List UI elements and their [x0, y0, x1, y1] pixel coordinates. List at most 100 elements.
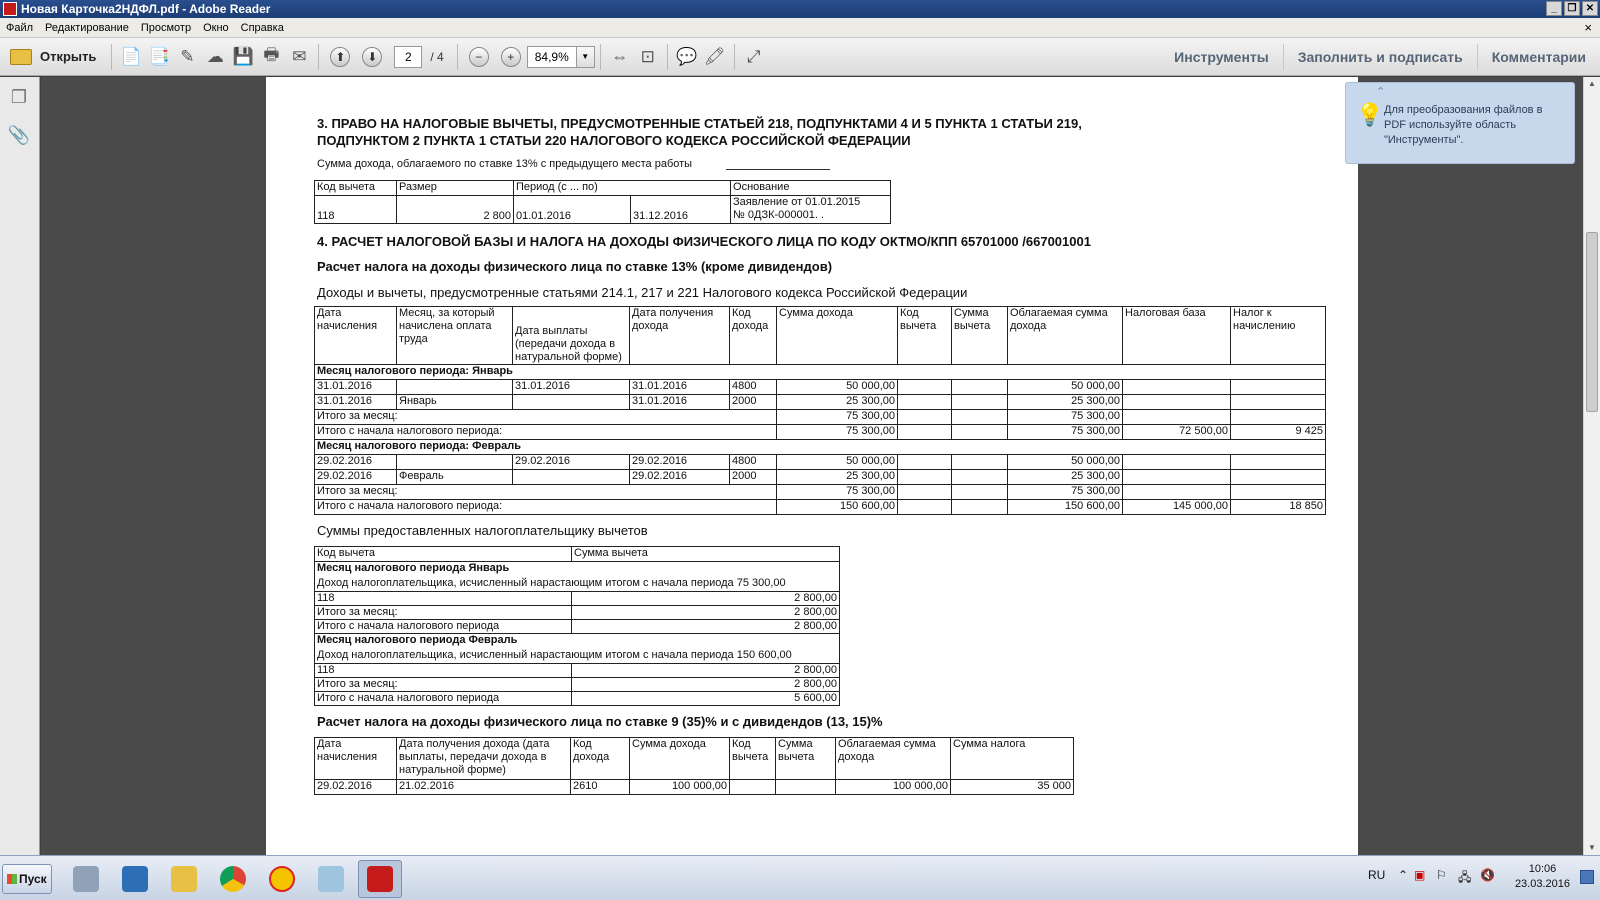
fit-page-icon[interactable]: ⊡	[634, 43, 662, 71]
header-cell: Код вычета	[314, 546, 572, 562]
header-cell: Сумма вычета	[775, 737, 836, 780]
language-indicator[interactable]: RU	[1368, 868, 1385, 882]
email-icon[interactable]: ✉	[285, 43, 313, 71]
header-cell: Дата получения дохода (дата выплаты, пер…	[396, 737, 571, 780]
taskbar-app-1c[interactable]	[260, 860, 304, 898]
zoom-input[interactable]: 84,9%	[526, 45, 577, 68]
taskbar-app-notes[interactable]	[309, 860, 353, 898]
window-title: Новая Карточка2НДФЛ.pdf - Adobe Reader	[21, 2, 271, 16]
start-button[interactable]: Пуск	[2, 864, 52, 894]
total-label: Итого за месяц:	[314, 409, 777, 425]
header-cell: Месяц, за который начислена оплата труда	[396, 306, 513, 365]
taskbar: Пуск RU ⌃ ▣ ⚐ 🖧 🔇 10:06 23.03.2016	[0, 855, 1600, 900]
table-cell: 100 000,00	[629, 779, 730, 795]
table-cell	[396, 454, 513, 470]
highlight-icon[interactable]: 🖍	[701, 43, 729, 71]
taskbar-app-explorer[interactable]	[162, 860, 206, 898]
deductions-given-table: Код вычета Сумма вычета Месяц налогового…	[314, 546, 840, 706]
total-taxable: 75 300,00	[1007, 409, 1123, 425]
comment-icon[interactable]: 💬	[673, 43, 701, 71]
total-label: Итого с начала налогового периода:	[314, 424, 777, 440]
month-header-jan: Месяц налогового периода: Январь	[314, 364, 1326, 380]
vertical-scrollbar[interactable]: ▲ ▼	[1583, 77, 1600, 855]
zoom-dropdown-icon[interactable]: ▼	[576, 45, 595, 68]
taskbar-app-powershell[interactable]	[113, 860, 157, 898]
table-cell: 2 800,00	[571, 619, 840, 634]
table-cell: 2 800,00	[571, 663, 840, 678]
menu-help[interactable]: Справка	[235, 22, 290, 34]
minimize-button[interactable]: _	[1546, 1, 1562, 16]
menu-view[interactable]: Просмотр	[135, 22, 197, 34]
title-bar: Новая Карточка2НДФЛ.pdf - Adobe Reader _…	[0, 0, 1600, 18]
toolbar: Открыть 📄 📑 ✎ ☁ 💾 🖶 ✉ ⬆ ⬇ 2 / 4 − + 84,9…	[0, 38, 1600, 76]
volume-muted-icon[interactable]: 🔇	[1480, 868, 1495, 882]
attachments-icon[interactable]: 📎	[7, 125, 31, 149]
header-cell: Код дохода	[570, 737, 630, 780]
network-icon[interactable]: 🖧	[1458, 868, 1471, 889]
windows-flag-icon	[7, 874, 17, 884]
show-hidden-icons-icon[interactable]: ⌃	[1398, 868, 1408, 882]
taskbar-app-computer[interactable]	[64, 860, 108, 898]
table-cell: 35 000	[950, 779, 1074, 795]
menu-edit[interactable]: Редактирование	[39, 22, 135, 34]
header-cell: Дата начисления	[314, 306, 397, 365]
table-cell: 25 300,00	[1007, 394, 1123, 410]
taskbar-app-chrome[interactable]	[211, 860, 255, 898]
start-label: Пуск	[19, 872, 47, 886]
fullscreen-icon[interactable]: ⤢	[740, 43, 768, 71]
fit-width-icon[interactable]: ⇔	[606, 43, 634, 71]
next-page-icon[interactable]: ⬇	[362, 46, 383, 67]
taskbar-app-adobe-reader[interactable]	[358, 860, 402, 898]
total-row: Итого с начала налогового периода: 75 30…	[314, 424, 1326, 440]
table-cell	[1122, 469, 1231, 485]
open-label: Открыть	[40, 49, 97, 64]
table-cell: 31.01.2016	[629, 394, 730, 410]
zoom-in-icon[interactable]: +	[500, 46, 521, 67]
scroll-up-icon[interactable]: ▲	[1584, 77, 1600, 91]
upload-icon[interactable]: ☁	[201, 43, 229, 71]
show-desktop-button[interactable]	[1580, 870, 1594, 884]
fill-sign-button[interactable]: Заполнить и подписать	[1282, 44, 1477, 70]
header-cell: Период (с ... по)	[512, 180, 732, 196]
table-cell: 2 800,00	[571, 605, 840, 620]
table-cell: 29.02.2016	[629, 454, 730, 470]
export-pdf-icon[interactable]: 📑	[145, 43, 173, 71]
save-icon[interactable]: 💾	[229, 43, 257, 71]
table-cell: 50 000,00	[776, 454, 898, 470]
table-cell: 31.01.2016	[314, 394, 397, 410]
restore-button[interactable]: ❐	[1564, 1, 1580, 16]
header-cell: Налоговая база	[1122, 306, 1231, 365]
previous-page-icon[interactable]: ⬆	[330, 46, 351, 67]
tax-amount: 18 850	[1230, 499, 1326, 515]
edit-pdf-icon[interactable]: ✎	[173, 43, 201, 71]
close-button[interactable]: ✕	[1582, 1, 1598, 16]
basis-line2: № 0ДЗК-000001. .	[733, 209, 825, 221]
menu-window[interactable]: Окно	[197, 22, 235, 34]
scroll-down-icon[interactable]: ▼	[1584, 841, 1600, 855]
close-document-icon[interactable]: ×	[1584, 20, 1592, 35]
tax-base: 145 000,00	[1122, 499, 1231, 515]
table-cell	[1230, 469, 1326, 485]
system-clock[interactable]: 10:06 23.03.2016	[1515, 862, 1570, 892]
tools-tip-popup[interactable]: ⌃ 💡 Для преобразования файлов в PDF испо…	[1345, 82, 1575, 164]
adobe-tray-icon[interactable]: ▣	[1414, 868, 1425, 882]
open-button[interactable]: Открыть	[0, 42, 106, 72]
document-viewport[interactable]: 3. ПРАВО НА НАЛОГОВЫЕ ВЫЧЕТЫ, ПРЕДУСМОТР…	[41, 77, 1583, 855]
action-center-flag-icon[interactable]: ⚐	[1436, 868, 1447, 882]
create-pdf-icon[interactable]: 📄	[117, 43, 145, 71]
page-thumbnails-icon[interactable]: ❐	[7, 87, 31, 111]
page-number-input[interactable]: 2	[394, 45, 423, 68]
comments-button[interactable]: Комментарии	[1476, 44, 1600, 70]
folder-icon	[171, 866, 197, 892]
print-icon[interactable]: 🖶	[257, 43, 285, 71]
header-cell: Код вычета	[897, 306, 952, 365]
tools-button[interactable]: Инструменты	[1160, 44, 1283, 70]
computer-icon	[73, 866, 99, 892]
chevron-up-icon[interactable]: ⌃	[1376, 85, 1385, 100]
zoom-out-icon[interactable]: −	[468, 46, 489, 67]
scrollbar-thumb[interactable]	[1586, 232, 1598, 412]
section4-title: 4. РАСЧЕТ НАЛОГОВОЙ БАЗЫ И НАЛОГА НА ДОХ…	[317, 234, 1091, 249]
table-cell: Январь	[396, 394, 513, 410]
table-cell: Итого с начала налогового периода	[314, 691, 572, 706]
menu-file[interactable]: Файл	[0, 22, 39, 34]
